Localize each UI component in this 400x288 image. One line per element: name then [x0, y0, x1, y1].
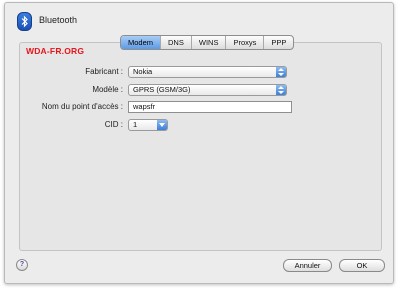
up-down-arrows-icon: [276, 67, 286, 77]
up-down-arrows-icon: [276, 85, 286, 95]
chevron-down-icon: [157, 120, 167, 130]
model-label: Modèle :: [92, 85, 123, 94]
tab-ppp[interactable]: PPP: [264, 36, 293, 49]
manufacturer-popup[interactable]: Nokia: [128, 66, 287, 78]
cid-value: 1: [133, 120, 138, 129]
model-row: Modèle : GPRS (GSM/3G): [20, 84, 381, 96]
model-popup[interactable]: GPRS (GSM/3G): [128, 84, 287, 96]
window-title: Bluetooth: [39, 15, 78, 25]
bluetooth-window: Bluetooth Modem DNS WINS Proxys PPP WDA-…: [4, 2, 394, 284]
tab-bar: Modem DNS WINS Proxys PPP: [120, 35, 295, 50]
help-button[interactable]: ?: [16, 259, 28, 271]
tab-wins[interactable]: WINS: [192, 36, 227, 49]
manufacturer-label: Fabricant :: [85, 67, 123, 76]
cancel-button[interactable]: Annuler: [283, 259, 332, 272]
model-value: GPRS (GSM/3G): [133, 85, 191, 94]
bluetooth-icon: [17, 12, 32, 31]
manufacturer-value: Nokia: [133, 67, 153, 76]
apn-label: Nom du point d'accès :: [41, 102, 123, 111]
cid-label: CID :: [104, 120, 123, 129]
window-header: Bluetooth: [5, 3, 393, 39]
cid-popup[interactable]: 1: [128, 119, 168, 131]
modem-settings-panel: WDA-FR.ORG Fabricant : Nokia Modèle : GP…: [19, 42, 382, 251]
apn-input[interactable]: wapsfr: [128, 101, 292, 113]
tab-dns[interactable]: DNS: [161, 36, 192, 49]
apn-row: Nom du point d'accès : wapsfr: [20, 101, 381, 113]
cid-row: CID : 1: [20, 119, 381, 131]
watermark-text: WDA-FR.ORG: [26, 46, 85, 56]
ok-button[interactable]: OK: [339, 259, 385, 272]
tab-modem[interactable]: Modem: [121, 36, 162, 49]
tab-proxys[interactable]: Proxys: [226, 36, 265, 49]
manufacturer-row: Fabricant : Nokia: [20, 66, 381, 78]
